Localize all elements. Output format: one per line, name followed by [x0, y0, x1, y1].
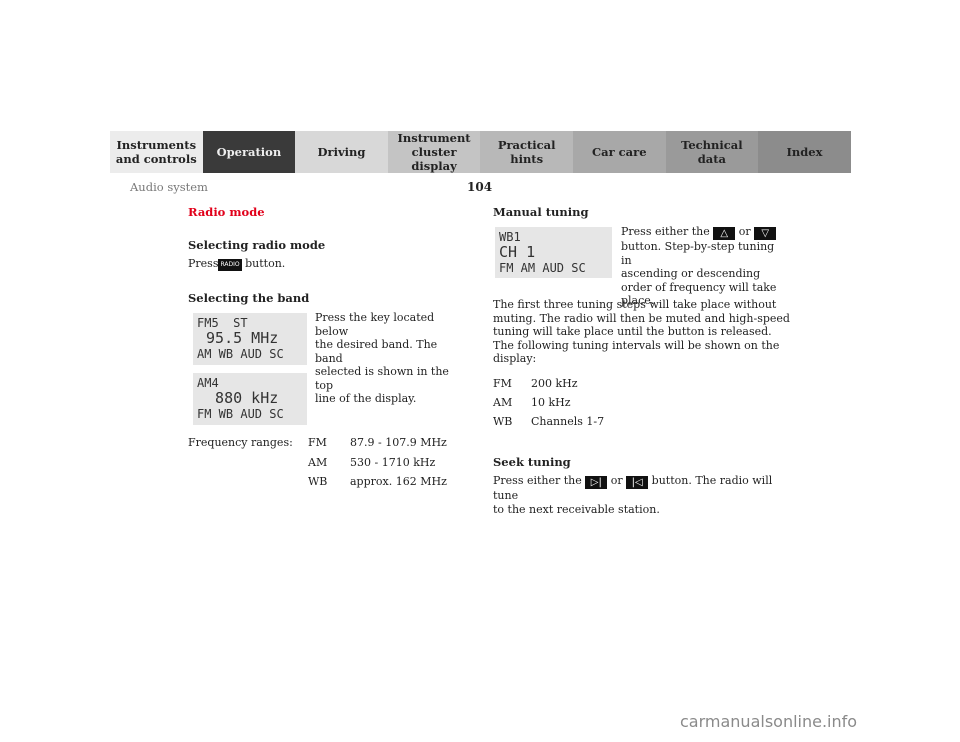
band-description: Press the key located below the desired …	[315, 311, 449, 405]
freq-band: FM	[308, 436, 327, 449]
down-arrow-key-icon: ▽	[754, 227, 777, 240]
tab-practical-hints[interactable]: Practical hints	[480, 131, 573, 173]
wb-display: WB1 CH 1 FM AM AUD SC	[495, 227, 612, 278]
freq-range: 530 - 1710 kHz	[350, 456, 436, 469]
selecting-band-heading: Selecting the band	[188, 291, 310, 305]
manual-tuning-heading: Manual tuning	[493, 205, 589, 219]
interval-value: Channels 1-7	[531, 415, 605, 428]
am-display: AM4 880 kHz FM WB AUD SC	[193, 373, 307, 425]
interval-value: 10 kHz	[531, 396, 571, 409]
up-arrow-key-icon: △	[713, 227, 736, 240]
tab-operation[interactable]: Operation	[202, 131, 296, 173]
seek-forward-key-icon: ▷|	[585, 476, 608, 489]
chapter-tabs: Instruments and controls Operation Drivin…	[110, 131, 851, 173]
seek-back-key-icon: |◁	[626, 476, 649, 489]
tab-index[interactable]: Index	[758, 131, 851, 173]
tab-technical-data[interactable]: Technical data	[665, 131, 759, 173]
freq-band: AM	[308, 456, 328, 469]
tab-instruments-and-controls[interactable]: Instruments and controls	[110, 131, 203, 173]
freq-band: WB	[308, 475, 328, 488]
tuning-body-text: The first three tuning steps will take p…	[493, 298, 790, 365]
interval-value: 200 kHz	[531, 377, 578, 390]
manual-tuning-description: Press either the △ or ▽ button. Step-by-…	[621, 225, 777, 307]
interval-band: FM	[493, 377, 512, 390]
seek-tuning-heading: Seek tuning	[493, 455, 571, 469]
section-title: Audio system	[130, 180, 208, 194]
interval-band: AM	[493, 396, 513, 409]
watermark: carmanualsonline.info	[680, 712, 858, 731]
selecting-radio-mode-heading: Selecting radio mode	[188, 238, 326, 252]
tab-instrument-cluster-display[interactable]: Instrument cluster display	[387, 131, 481, 173]
radio-mode-heading: Radio mode	[188, 205, 265, 219]
freq-range: approx. 162 MHz	[350, 475, 447, 488]
interval-band: WB	[493, 415, 513, 428]
radio-key-icon: RADIO	[218, 259, 242, 271]
frequency-ranges-label: Frequency ranges:	[188, 436, 293, 449]
tab-driving[interactable]: Driving	[295, 131, 388, 173]
freq-range: 87.9 - 107.9 MHz	[350, 436, 447, 449]
seek-tuning-text: Press either the ▷| or |◁ button. The ra…	[493, 474, 773, 516]
fm-display: FM5 ST 95.5 MHz AM WB AUD SC	[193, 313, 307, 365]
page-number: 104	[467, 180, 493, 194]
press-radio-text: Press RADIO button.	[188, 257, 286, 271]
tab-car-care[interactable]: Car care	[572, 131, 666, 173]
